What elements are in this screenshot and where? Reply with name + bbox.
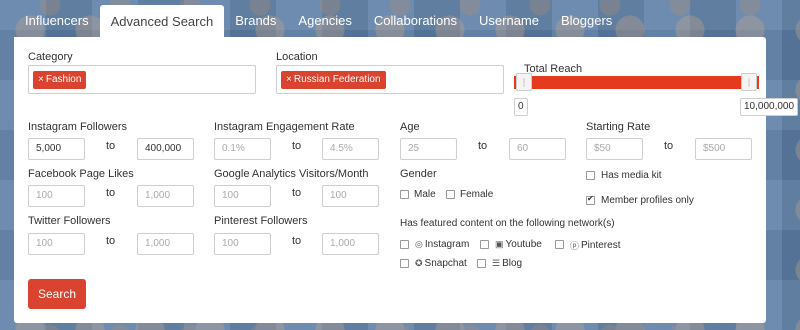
twitter-followers-label: Twitter Followers [28, 215, 111, 227]
network-blog-label: ☰ Blog [492, 258, 522, 269]
engagement-rate-min[interactable]: 0.1% [214, 138, 271, 160]
network-youtube-checkbox[interactable] [480, 240, 489, 249]
network-blog-text: Blog [502, 258, 523, 269]
gender-label: Gender [400, 168, 437, 180]
twitter-followers-min[interactable]: 100 [28, 233, 85, 255]
pinterest-followers-label: Pinterest Followers [214, 215, 308, 227]
network-pinterest-checkbox[interactable] [555, 240, 564, 249]
tab-bloggers[interactable]: Bloggers [550, 4, 623, 37]
media-kit-checkbox[interactable] [586, 171, 595, 180]
gender-female-checkbox[interactable] [446, 190, 455, 199]
to-label: to [106, 187, 116, 199]
gender-male-checkbox[interactable] [400, 190, 409, 199]
search-button[interactable]: Search [28, 279, 86, 309]
gender-female-label: Female [460, 189, 494, 200]
category-tag-label: Fashion [45, 74, 82, 85]
to-label: to [106, 235, 116, 247]
snapchat-icon: ✪ [415, 258, 423, 268]
reach-min-value: 0 [514, 98, 528, 116]
reach-max-value: 10,000,000 [740, 98, 799, 116]
network-youtube-text: Youtube [505, 239, 542, 250]
network-pinterest-label: ⓟ Pinterest [570, 239, 620, 252]
starting-rate-max[interactable]: $500 [695, 138, 752, 160]
total-reach-slider[interactable] [514, 76, 759, 89]
age-label: Age [400, 121, 420, 133]
remove-tag-icon[interactable]: × [286, 74, 292, 85]
category-label: Category [28, 51, 73, 63]
category-input[interactable]: × Fashion [28, 65, 256, 94]
to-label: to [664, 140, 674, 152]
pinterest-followers-min[interactable]: 100 [214, 233, 271, 255]
network-instagram-text: Instagram [424, 239, 470, 250]
to-label: to [106, 140, 116, 152]
tab-brands[interactable]: Brands [224, 4, 287, 37]
age-max[interactable]: 60 [509, 138, 566, 160]
members-only-label: Member profiles only [601, 195, 694, 206]
starting-rate-min[interactable]: $50 [586, 138, 643, 160]
network-youtube-label: ▣ Youtube [495, 239, 542, 250]
starting-rate-label: Starting Rate [586, 121, 651, 133]
tab-username[interactable]: Username [468, 4, 550, 37]
instagram-followers-label: Instagram Followers [28, 121, 128, 133]
instagram-followers-max[interactable]: 400,000 [137, 138, 194, 160]
to-label: to [292, 235, 302, 247]
instagram-icon: ◎ [415, 239, 423, 249]
members-only-checkbox[interactable] [586, 194, 595, 205]
location-tag[interactable]: × Russian Federation [281, 71, 386, 89]
media-kit-label: Has media kit [601, 170, 662, 181]
networks-label: Has featured content on the following ne… [400, 218, 615, 229]
pinterest-icon: ⓟ [570, 241, 580, 251]
tab-collaborations[interactable]: Collaborations [363, 4, 468, 37]
twitter-followers-max[interactable]: 1,000 [137, 233, 194, 255]
pinterest-followers-max[interactable]: 1,000 [322, 233, 379, 255]
network-snapchat-label: ✪ Snapchat [415, 258, 467, 269]
total-reach-label: Total Reach [524, 63, 583, 75]
tab-bar: Influencers Advanced Search Brands Agenc… [14, 4, 623, 38]
facebook-likes-min[interactable]: 100 [28, 185, 85, 207]
facebook-likes-label: Facebook Page Likes [28, 168, 134, 180]
youtube-icon: ▣ [495, 239, 504, 249]
to-label: to [292, 187, 302, 199]
network-snapchat-text: Snapchat [424, 258, 467, 269]
category-tag[interactable]: × Fashion [33, 71, 87, 89]
reach-min-handle[interactable] [516, 73, 532, 91]
tab-influencers[interactable]: Influencers [14, 4, 100, 37]
age-min[interactable]: 25 [400, 138, 457, 160]
to-label: to [478, 140, 488, 152]
tab-agencies[interactable]: Agencies [287, 4, 362, 37]
location-tag-label: Russian Federation [293, 74, 381, 85]
gender-male-label: Male [414, 189, 436, 200]
ga-visitors-max[interactable]: 100 [322, 185, 379, 207]
rss-icon: ☰ [492, 258, 501, 268]
engagement-rate-max[interactable]: 4.5% [322, 138, 379, 160]
to-label: to [292, 140, 302, 152]
instagram-followers-min[interactable]: 5,000 [28, 138, 85, 160]
network-instagram-label: ◎ Instagram [415, 239, 469, 250]
engagement-rate-label: Instagram Engagement Rate [214, 121, 355, 133]
ga-visitors-label: Google Analytics Visitors/Month [214, 168, 369, 180]
location-label: Location [276, 51, 318, 63]
location-input[interactable]: × Russian Federation [276, 65, 504, 94]
tab-advanced-search[interactable]: Advanced Search [99, 5, 225, 38]
remove-tag-icon[interactable]: × [38, 74, 44, 85]
network-snapchat-checkbox[interactable] [400, 259, 409, 268]
ga-visitors-min[interactable]: 100 [214, 185, 271, 207]
reach-max-handle[interactable] [741, 73, 757, 91]
network-blog-checkbox[interactable] [477, 259, 486, 268]
network-pinterest-text: Pinterest [581, 240, 621, 251]
facebook-likes-max[interactable]: 1,000 [137, 185, 194, 207]
network-instagram-checkbox[interactable] [400, 240, 409, 249]
